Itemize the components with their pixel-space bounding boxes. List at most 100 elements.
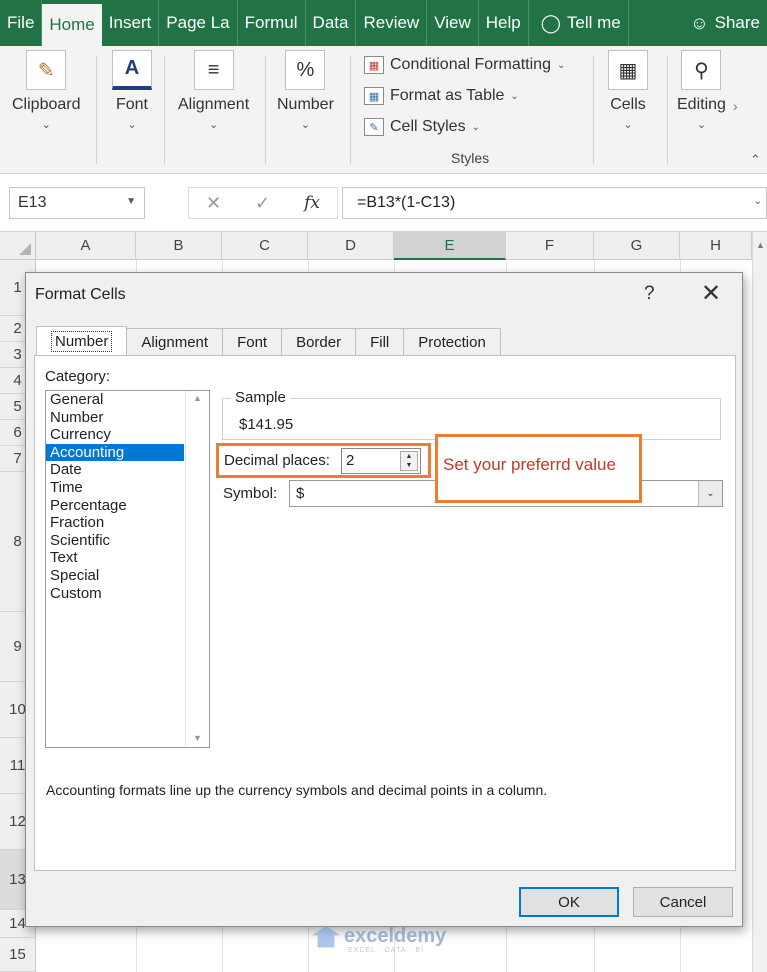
number-group[interactable]: % Number ⌄ — [277, 50, 334, 131]
list-item[interactable]: Currency — [46, 426, 184, 444]
list-item[interactable]: Time — [46, 479, 184, 497]
cancel-icon[interactable]: ✕ — [206, 193, 221, 214]
format-as-table-button[interactable]: ▦ Format as Table ⌄ — [364, 87, 519, 105]
ribbon: ✎ Clipboard ⌄ A Font ⌄ ≡ Alignment ⌄ % N… — [0, 46, 767, 174]
tell-me-label: Tell me — [566, 13, 621, 32]
chevron-down-icon[interactable]: ⌄ — [698, 481, 722, 506]
chevron-down-icon: ⌄ — [127, 119, 137, 131]
vertical-scrollbar[interactable]: ▲ — [752, 232, 767, 972]
column-header[interactable]: A — [36, 232, 136, 260]
chevron-down-icon[interactable]: ⌄ — [754, 196, 762, 207]
group-divider — [593, 56, 594, 164]
ok-button[interactable]: OK — [519, 887, 619, 917]
list-item[interactable]: Custom — [46, 585, 184, 603]
tab-formulas[interactable]: Formul — [238, 0, 306, 46]
category-scrollbar[interactable]: ▲ ▼ — [185, 391, 209, 747]
formula-buttons: ✕ ✓ fx — [188, 187, 338, 219]
house-logo-icon — [312, 925, 340, 948]
list-item-selected[interactable]: Accounting — [46, 443, 184, 462]
row-header[interactable]: 15 — [0, 938, 36, 972]
format-description: Accounting formats line up the currency … — [46, 782, 548, 798]
column-header[interactable]: E — [394, 232, 506, 260]
tab-home[interactable]: Home — [42, 4, 102, 46]
font-label: Font — [115, 96, 148, 113]
tab-file[interactable]: File — [0, 0, 43, 46]
decimal-places-input[interactable]: 2 ▲ ▼ — [341, 448, 421, 474]
close-icon[interactable]: ✕ — [701, 279, 721, 308]
scroll-up-icon[interactable]: ▲ — [756, 240, 765, 250]
chevron-down-icon: ⌄ — [300, 119, 311, 131]
share-button[interactable]: ☺ Share — [683, 0, 767, 46]
select-all-corner[interactable] — [0, 232, 36, 260]
tab-border[interactable]: Border — [281, 328, 357, 356]
category-list[interactable]: General Number Currency Accounting Date … — [45, 390, 210, 748]
cell-styles-button[interactable]: ✎ Cell Styles ⌄ — [364, 118, 480, 136]
tell-me-search[interactable]: ◯ Tell me — [529, 0, 629, 46]
conditional-formatting-button[interactable]: ▦ Conditional Formatting ⌄ — [364, 56, 565, 74]
list-item[interactable]: Fraction — [46, 514, 184, 532]
editing-group[interactable]: ⚲ Editing ⌄ — [677, 50, 726, 131]
name-box-value: E13 — [18, 194, 47, 211]
column-header[interactable]: D — [308, 232, 394, 260]
table-icon: ▦ — [364, 87, 384, 105]
list-item[interactable]: Date — [46, 461, 184, 479]
clipboard-label: Clipboard — [12, 96, 81, 113]
font-group[interactable]: A Font ⌄ — [112, 50, 152, 131]
check-icon[interactable]: ✓ — [255, 193, 270, 214]
list-item[interactable]: Percentage — [46, 497, 184, 515]
list-item[interactable]: Number — [46, 409, 184, 427]
decimal-places-value: 2 — [346, 452, 355, 469]
scroll-down-icon[interactable]: ▼ — [193, 733, 202, 743]
share-label: Share — [714, 13, 760, 32]
list-item[interactable]: Scientific — [46, 532, 184, 550]
tab-protection[interactable]: Protection — [403, 328, 501, 356]
tab-review[interactable]: Review — [356, 0, 428, 46]
clipboard-group[interactable]: ✎ Clipboard ⌄ — [12, 50, 80, 131]
decimal-places-label: Decimal places: — [224, 452, 330, 469]
conditional-formatting-label: Conditional Formatting — [390, 56, 551, 73]
percent-icon: % — [285, 50, 326, 90]
column-header[interactable]: F — [506, 232, 594, 260]
chevron-up-icon[interactable]: ⌃ — [750, 152, 761, 168]
chevron-right-icon[interactable]: › — [733, 98, 738, 114]
column-header[interactable]: H — [680, 232, 752, 260]
tab-page-layout[interactable]: Page La — [159, 0, 238, 46]
format-as-table-label: Format as Table — [390, 87, 505, 104]
cancel-button[interactable]: Cancel — [633, 887, 733, 917]
list-item[interactable]: Text — [46, 549, 184, 567]
name-box[interactable]: E13 ▼ — [9, 187, 145, 219]
scroll-up-icon[interactable]: ▲ — [193, 393, 202, 403]
group-divider — [265, 56, 266, 164]
formula-bar: E13 ▼ ✕ ✓ fx =B13*(1-C13) ⌄ — [0, 174, 767, 232]
help-button[interactable]: ? — [644, 283, 655, 305]
tab-help[interactable]: Help — [479, 0, 529, 46]
column-header[interactable]: C — [222, 232, 308, 260]
exceldemy-watermark: exceldemy EXCEL · DATA · BI — [312, 925, 447, 954]
insert-function-icon[interactable]: fx — [304, 193, 320, 213]
dropdown-arrow-icon[interactable]: ▼ — [126, 196, 136, 207]
tab-number-label: Number — [51, 331, 113, 352]
spinner-arrows-icon[interactable]: ▲ ▼ — [400, 451, 418, 471]
dialog-tabs: Number Alignment Font Border Fill Protec… — [36, 326, 501, 356]
symbol-value: $ — [296, 485, 305, 502]
search-icon: ⚲ — [681, 50, 722, 90]
group-divider — [96, 56, 97, 164]
tab-data[interactable]: Data — [306, 0, 357, 46]
alignment-group[interactable]: ≡ Alignment ⌄ — [178, 50, 249, 131]
tab-fill[interactable]: Fill — [355, 328, 405, 356]
list-item[interactable]: Special — [46, 567, 184, 585]
tab-insert[interactable]: Insert — [102, 0, 160, 46]
conditional-formatting-icon: ▦ — [364, 56, 384, 74]
clipboard-icon: ✎ — [26, 50, 67, 90]
tab-number[interactable]: Number — [36, 326, 128, 356]
column-header[interactable]: B — [136, 232, 222, 260]
tab-alignment[interactable]: Alignment — [126, 328, 224, 356]
formula-input[interactable]: =B13*(1-C13) ⌄ — [342, 187, 767, 219]
cells-group[interactable]: ▦ Cells ⌄ — [608, 50, 648, 131]
number-tab-panel: Category: General Number Currency Accoun… — [34, 355, 736, 871]
tab-font[interactable]: Font — [222, 328, 283, 356]
watermark-name: exceldemy — [344, 925, 447, 947]
column-header[interactable]: G — [594, 232, 680, 260]
list-item[interactable]: General — [46, 391, 184, 409]
tab-view[interactable]: View — [427, 0, 479, 46]
